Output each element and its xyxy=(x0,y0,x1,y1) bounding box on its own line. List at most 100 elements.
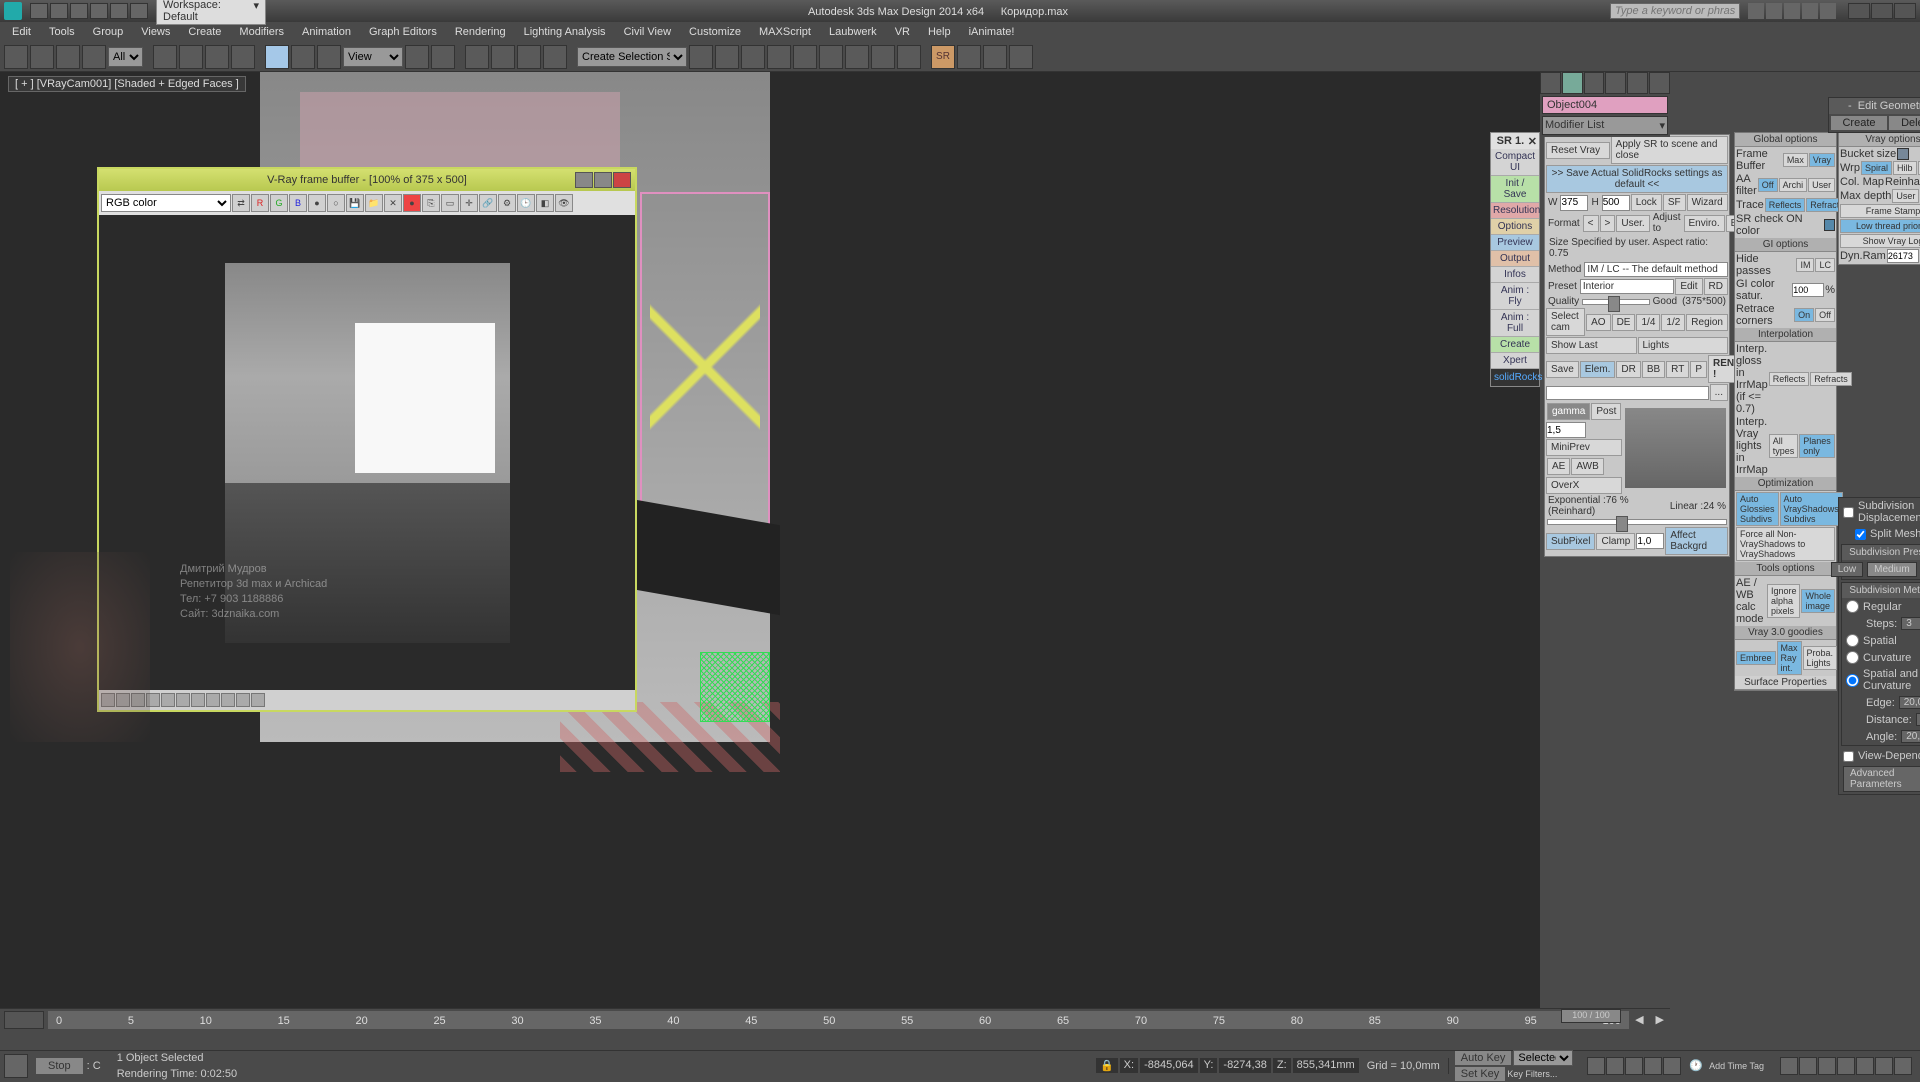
sr-sf-button[interactable]: SF xyxy=(1663,194,1686,211)
sr-showlast-button[interactable]: Show Last xyxy=(1546,337,1637,354)
render-button[interactable] xyxy=(897,45,921,69)
vfb-stat-1[interactable] xyxy=(101,693,115,707)
layers-button[interactable] xyxy=(741,45,765,69)
vfb-region-icon[interactable]: ▭ xyxy=(441,194,459,212)
x-value[interactable]: -8845,064 xyxy=(1140,1058,1198,1073)
workspace-dropdown[interactable]: Workspace: Default▾ xyxy=(156,0,266,25)
max-toggle-icon[interactable] xyxy=(1894,1057,1912,1075)
steps-input[interactable]: 3 xyxy=(1901,617,1920,630)
cmd-tab-create[interactable] xyxy=(1540,72,1561,94)
sr-preset-combo[interactable]: Interior xyxy=(1580,279,1674,294)
sr-bb-button[interactable]: BB xyxy=(1642,361,1665,378)
vfb-history-icon[interactable]: 🕒 xyxy=(517,194,535,212)
srp-animfly[interactable]: Anim : Fly xyxy=(1491,283,1539,310)
iv-planes-button[interactable]: Planes only xyxy=(1799,434,1835,458)
srp-resolution[interactable]: Resolution xyxy=(1491,203,1539,219)
favorite-icon[interactable] xyxy=(1802,3,1818,19)
qat-link-icon[interactable] xyxy=(130,3,148,19)
sr-save-button[interactable]: Save xyxy=(1546,361,1579,378)
vfb-render-area[interactable] xyxy=(99,215,635,690)
sr-overx-button[interactable]: OverX xyxy=(1546,477,1622,494)
vfb-link-pdplayer-icon[interactable]: 🔗 xyxy=(479,194,497,212)
menu-ianimate[interactable]: iAnimate! xyxy=(961,24,1023,40)
srp-options[interactable]: Options xyxy=(1491,219,1539,235)
vfb-close[interactable] xyxy=(613,172,631,188)
window-crossing-button[interactable] xyxy=(231,45,255,69)
vfb-stop-icon[interactable]: ● xyxy=(403,194,421,212)
srp-compactui[interactable]: Compact UI xyxy=(1491,149,1539,176)
render-setup-button[interactable] xyxy=(845,45,869,69)
pan-icon[interactable] xyxy=(1780,1057,1798,1075)
select-scale-button[interactable] xyxy=(317,45,341,69)
srp-animfull[interactable]: Anim : Full xyxy=(1491,310,1539,337)
percent-snap-button[interactable] xyxy=(517,45,541,69)
cmd-tab-motion[interactable] xyxy=(1605,72,1626,94)
edge-input[interactable]: 20,0 xyxy=(1899,696,1920,709)
timetag-icon[interactable]: 🕐 xyxy=(1689,1059,1703,1072)
extra-tool-3[interactable] xyxy=(1009,45,1033,69)
vfb-titlebar[interactable]: V-Ray frame buffer - [100% of 375 x 500] xyxy=(99,169,635,191)
sr-save-default-button[interactable]: >> Save Actual SolidRocks settings as de… xyxy=(1546,165,1728,193)
sr-affect-button[interactable]: Affect Backgrd xyxy=(1665,527,1728,555)
srp-output[interactable]: Output xyxy=(1491,251,1539,267)
snap-toggle-3-button[interactable] xyxy=(465,45,489,69)
sr-region-button[interactable]: Region xyxy=(1686,314,1728,331)
sr-expo-slider[interactable] xyxy=(1547,519,1727,525)
menu-create[interactable]: Create xyxy=(180,24,229,40)
prev-frame-icon[interactable] xyxy=(1606,1057,1624,1075)
autoshadow-button[interactable]: Auto VrayShadows Subdivs xyxy=(1780,492,1843,526)
angle-input[interactable]: 20,0 xyxy=(1901,730,1920,743)
ignorealpha-button[interactable]: Ignore alpha pixels xyxy=(1767,584,1801,618)
add-time-tag[interactable]: Add Time Tag xyxy=(1709,1061,1764,1071)
srp-xpert[interactable]: Xpert xyxy=(1491,353,1539,369)
sr-rt-button[interactable]: RT xyxy=(1666,361,1689,378)
menu-vr[interactable]: VR xyxy=(887,24,918,40)
close-button[interactable] xyxy=(1894,3,1916,19)
infocenter-search[interactable] xyxy=(1610,3,1740,19)
sr-clamp-input[interactable] xyxy=(1636,533,1664,549)
viewport-label[interactable]: [ + ] [VRayCam001] [Shaded + Edged Faces… xyxy=(8,76,246,92)
vfb-stat-2[interactable] xyxy=(116,693,130,707)
sr-subpixel-button[interactable]: SubPixel xyxy=(1546,533,1595,550)
curve-editor-button[interactable] xyxy=(767,45,791,69)
method-regular-radio[interactable] xyxy=(1846,600,1859,613)
spinner-snap-button[interactable] xyxy=(543,45,567,69)
vfb-clear-icon[interactable]: ✕ xyxy=(384,194,402,212)
sr-q12-button[interactable]: 1/2 xyxy=(1661,314,1685,331)
trace-reflects-button[interactable]: Reflects xyxy=(1765,198,1806,212)
menu-laubwerk[interactable]: Laubwerk xyxy=(821,24,885,40)
qat-redo-icon[interactable] xyxy=(110,3,128,19)
solidrocks-title[interactable]: SR 1. ✕ xyxy=(1491,133,1539,149)
vfb-maximize[interactable] xyxy=(594,172,612,188)
dynram-input[interactable] xyxy=(1887,249,1919,263)
fov-icon[interactable] xyxy=(1875,1057,1893,1075)
sr-reset-button[interactable]: Reset Vray xyxy=(1546,142,1610,159)
menu-customize[interactable]: Customize xyxy=(681,24,749,40)
srcheck-swatch[interactable] xyxy=(1824,219,1835,231)
framestamp-button[interactable]: Frame Stamp xyxy=(1840,204,1920,218)
exchange-icon[interactable] xyxy=(1784,3,1800,19)
menu-grapheditors[interactable]: Graph Editors xyxy=(361,24,445,40)
maximize-button[interactable] xyxy=(1871,3,1893,19)
aa-off-button[interactable]: Off xyxy=(1758,178,1778,192)
aa-archi-button[interactable]: Archi xyxy=(1779,178,1808,192)
create-button[interactable]: Create xyxy=(1831,116,1887,130)
showvraylog-button[interactable]: Show Vray Log xyxy=(1840,234,1920,248)
vfb-stat-4[interactable] xyxy=(146,693,160,707)
sr-selcam-button[interactable]: Select cam xyxy=(1546,308,1585,336)
method-sac-radio[interactable] xyxy=(1846,674,1859,687)
vfb-b-button[interactable]: B xyxy=(289,194,307,212)
vfb-stat-8[interactable] xyxy=(206,693,220,707)
edit-geometry-hdr[interactable]: - Edit Geometry xyxy=(1829,98,1920,114)
select-by-name-button[interactable] xyxy=(179,45,203,69)
sr-awb-button[interactable]: AWB xyxy=(1571,458,1603,475)
vfb-stat-5[interactable] xyxy=(161,693,175,707)
time-slider[interactable]: 0510 152025 303540 455055 606570 758085 … xyxy=(0,1008,1670,1030)
vfb-load-icon[interactable]: 📁 xyxy=(365,194,383,212)
select-region-button[interactable] xyxy=(205,45,229,69)
sr-dr-button[interactable]: DR xyxy=(1616,361,1640,378)
autogloss-button[interactable]: Auto Glossies Subdivs xyxy=(1736,492,1779,526)
next-frame-icon[interactable] xyxy=(1644,1057,1662,1075)
material-editor-button[interactable] xyxy=(819,45,843,69)
retrace-off-button[interactable]: Off xyxy=(1815,308,1835,322)
